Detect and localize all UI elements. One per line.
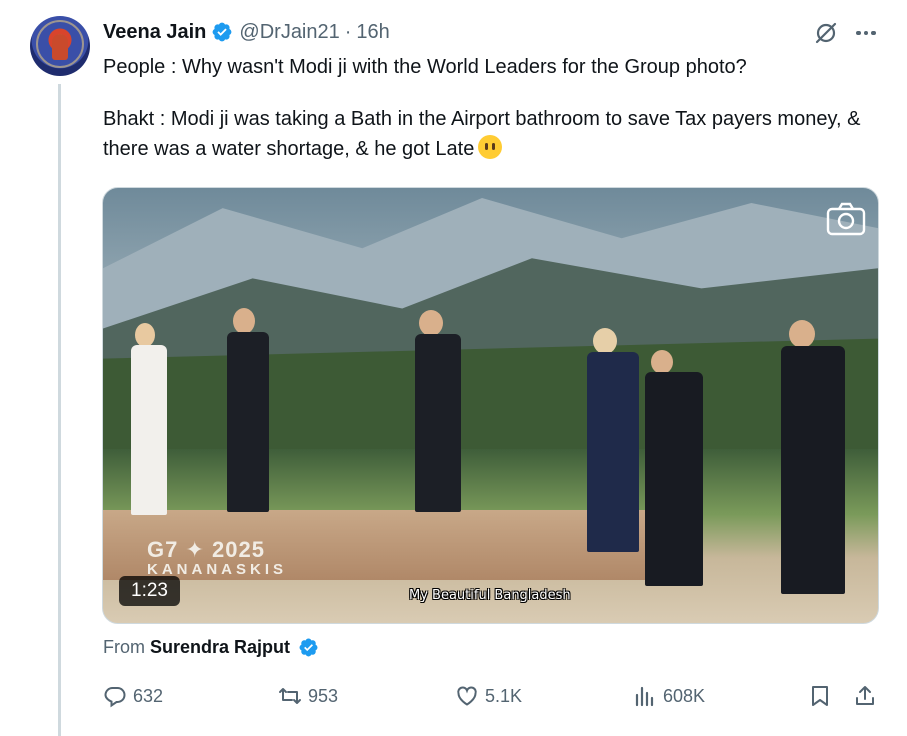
grok-icon[interactable] bbox=[813, 20, 839, 46]
tweet-text: People : Why wasn't Modi ji with the Wor… bbox=[103, 52, 893, 186]
share-icon bbox=[856, 686, 874, 705]
avatar[interactable] bbox=[30, 16, 90, 76]
reply-icon bbox=[104, 687, 126, 708]
source-author-link[interactable]: Surendra Rajput bbox=[150, 637, 290, 658]
camera-icon[interactable] bbox=[826, 202, 866, 236]
reply-count: 632 bbox=[133, 685, 164, 706]
retweet-button[interactable]: 953 bbox=[278, 684, 338, 708]
neutral-face-emoji-icon bbox=[478, 135, 503, 159]
video-duration: 1:23 bbox=[119, 576, 180, 606]
display-name[interactable]: Veena Jain bbox=[103, 21, 206, 44]
avatar-figure bbox=[52, 34, 68, 60]
views-button[interactable]: 608K bbox=[633, 684, 705, 708]
bookmark-icon bbox=[812, 686, 828, 706]
verified-badge-icon[interactable] bbox=[211, 21, 233, 43]
share-button[interactable] bbox=[853, 684, 877, 708]
video-caption: My Beautiful Bangladesh bbox=[409, 588, 571, 603]
like-count: 5.1K bbox=[485, 685, 523, 706]
separator-dot: · bbox=[344, 20, 352, 43]
mountain-backdrop bbox=[103, 198, 878, 449]
source-attribution: From Surendra Rajput bbox=[103, 637, 319, 658]
author-handle[interactable]: @DrJain21 bbox=[239, 21, 339, 44]
more-options-icon[interactable] bbox=[853, 22, 879, 44]
retweet-count: 953 bbox=[308, 685, 339, 706]
verified-badge-icon[interactable] bbox=[298, 637, 319, 658]
tweet-line-people: People : Why wasn't Modi ji with the Wor… bbox=[103, 56, 747, 78]
stage-signage: G7 ✦ 2025 KANANASKIS bbox=[147, 537, 287, 580]
views-count: 608K bbox=[663, 685, 706, 706]
views-chart-icon bbox=[635, 686, 654, 707]
thread-line bbox=[58, 84, 61, 736]
tweet-header: Veena Jain @DrJain21 · 16h bbox=[103, 18, 390, 46]
bookmark-button[interactable] bbox=[808, 684, 832, 708]
reply-button[interactable]: 632 bbox=[103, 684, 163, 708]
stage-text-year: G7 ✦ 2025 bbox=[147, 537, 265, 562]
action-bar: 632 953 5.1K 608K bbox=[0, 684, 907, 710]
like-button[interactable]: 5.1K bbox=[455, 684, 522, 708]
heart-icon bbox=[457, 686, 477, 706]
source-prefix: From bbox=[103, 637, 145, 657]
tweet-line-bhakt: Bhakt : Modi ji was taking a Bath in the… bbox=[103, 104, 893, 164]
video-media[interactable]: G7 ✦ 2025 KANANASKIS 1:23 My Beautiful B… bbox=[102, 187, 879, 624]
timestamp[interactable]: 16h bbox=[356, 21, 389, 44]
retweet-icon bbox=[279, 688, 301, 704]
